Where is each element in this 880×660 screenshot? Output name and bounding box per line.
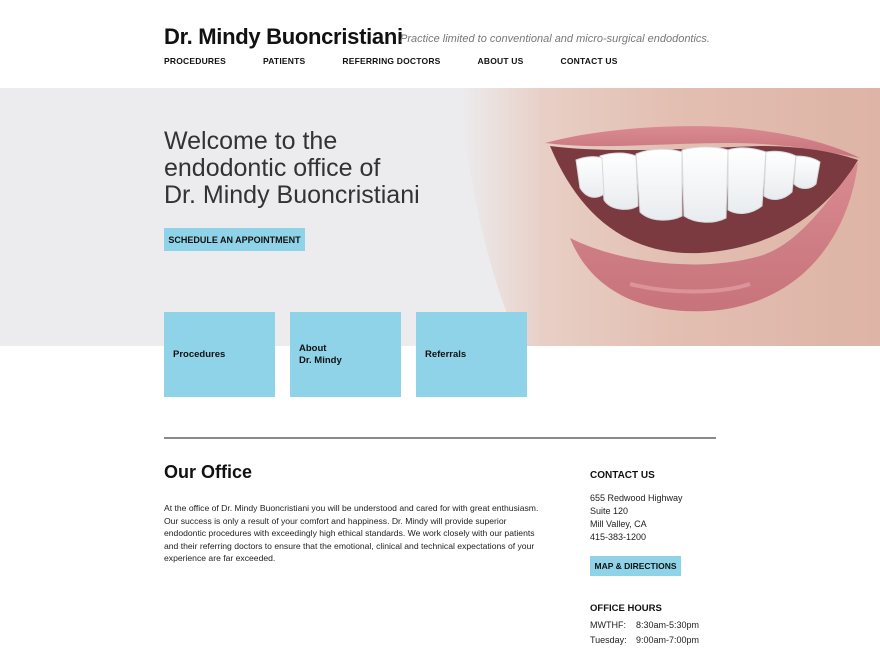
site-title[interactable]: Dr. Mindy Buoncristiani [164,24,403,50]
nav-item-referring-doctors[interactable]: REFERRING DOCTORS [342,56,440,66]
hero-heading-line: endodontic office of [164,154,381,182]
hero-heading-line: Welcome to the [164,127,338,155]
address-line: Mill Valley, CA [590,519,647,529]
address-line: Suite 120 [590,506,629,516]
hours-time: 8:30am-5:30pm [636,620,700,630]
office-hours-title: OFFICE HOURS [590,603,662,614]
hero-heading: Welcome to the endodontic office of Dr. … [164,128,420,209]
tile-label: About [299,342,327,354]
nav-item-about-us[interactable]: ABOUT US [478,56,524,66]
map-directions-button[interactable]: MAP & DIRECTIONS [590,556,681,576]
nav-item-patients[interactable]: PATIENTS [263,56,305,66]
hero-banner [0,88,880,346]
phone-number[interactable]: 415-383-1200 [590,531,683,544]
office-title: Our Office [164,462,253,482]
smile-photo [400,88,880,346]
hours-day: MWTHF: [590,620,626,630]
hero-heading-line: Dr. Mindy Buoncristiani [164,181,420,209]
hours-row: Tuesday: 9:00am-7:00pm [590,633,699,648]
tile-label: Dr. Mindy [299,354,342,366]
site-tagline: Practice limited to conventional and mic… [400,33,710,45]
tile-procedures[interactable]: Procedures [164,312,275,397]
hours-day: Tuesday: [590,635,627,645]
contact-title: CONTACT US [590,470,655,481]
schedule-appointment-button[interactable]: SCHEDULE AN APPOINTMENT [164,228,305,251]
nav-item-contact-us[interactable]: CONTACT US [561,56,618,66]
address: 655 Redwood Highway Suite 120 Mill Valle… [590,492,683,544]
office-hours: MWTHF: 8:30am-5:30pm Tuesday: 9:00am-7:0… [590,618,699,648]
office-description: At the office of Dr. Mindy Buoncristiani… [164,503,539,563]
nav-item-procedures[interactable]: PROCEDURES [164,56,226,66]
main-nav: PROCEDURES PATIENTS REFERRING DOCTORS AB… [164,56,618,66]
tile-label: Procedures [173,348,226,360]
tile-referrals[interactable]: Referrals [416,312,527,397]
hours-time: 9:00am-7:00pm [636,635,700,645]
address-line: 655 Redwood Highway [590,493,683,503]
section-divider [164,437,716,439]
hours-row: MWTHF: 8:30am-5:30pm [590,618,699,633]
tile-label: Referrals [425,348,467,360]
tile-about-dr-mindy[interactable]: About Dr. Mindy [290,312,401,397]
